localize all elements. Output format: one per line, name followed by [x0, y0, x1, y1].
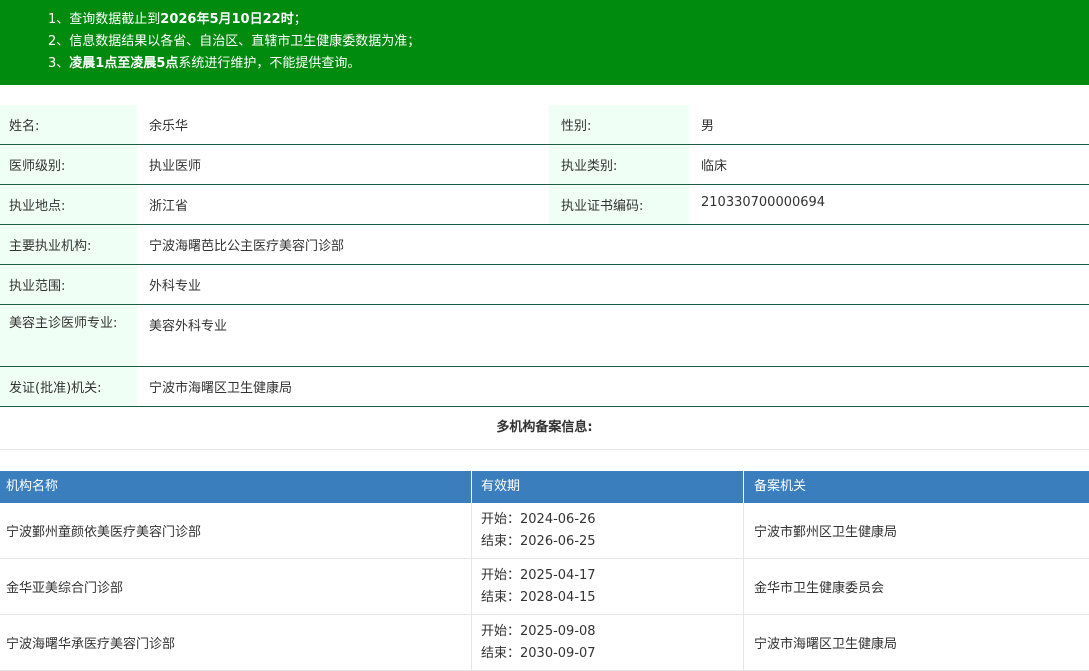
row-authority: 宁波市鄞州区卫生健康局 — [754, 525, 898, 540]
info-row-level: 医师级别: 执业医师 执业类别: 临床 — [0, 145, 1089, 185]
info-row-issuer: 发证(批准)机关: 宁波市海曙区卫生健康局 — [0, 367, 1089, 407]
notice-maintenance-time: 凌晨1点至凌晨5点 — [69, 56, 179, 71]
info-row-beauty: 美容主诊医师专业: 美容外科专业 — [0, 305, 1089, 367]
notice-text: 2、信息数据结果以各省、自治区、直辖市卫生健康委数据为准； — [48, 34, 421, 49]
notice-line-1: 1、查询数据截止到2026年5月10日22时； — [48, 9, 1089, 31]
notice-text: 系统进行维护，不能提供查询。 — [178, 56, 361, 71]
org-label: 主要执业机构: — [0, 225, 137, 264]
column-header-org: 机构名称 — [0, 471, 472, 503]
row-validity: 开始：2025-04-17 结束：2028-04-15 — [472, 559, 744, 614]
row-validity: 开始：2025-09-08 结束：2030-09-07 — [472, 615, 744, 670]
column-header-authority: 备案机关 — [754, 479, 807, 494]
notice-line-3: 3、凌晨1点至凌晨5点系统进行维护，不能提供查询。 — [48, 53, 1089, 75]
category-value: 临床 — [701, 159, 728, 174]
category-label: 执业类别: — [549, 145, 689, 184]
row-org-name: 宁波海曙华承医疗美容门诊部 — [0, 615, 472, 670]
info-row-org: 主要执业机构: 宁波海曙芭比公主医疗美容门诊部 — [0, 225, 1089, 265]
row-authority: 金华市卫生健康委员会 — [754, 581, 885, 596]
beauty-label: 美容主诊医师专业: — [0, 305, 137, 366]
level-value: 执业医师 — [149, 159, 202, 174]
table-header: 机构名称 有效期 备案机关 — [0, 471, 1089, 503]
info-row-scope: 执业范围: 外科专业 — [0, 265, 1089, 305]
table-row: 宁波海曙华承医疗美容门诊部 开始：2025-09-08 结束：2030-09-0… — [0, 615, 1089, 671]
validity-end: 结束：2030-09-07 — [481, 645, 596, 661]
gender-value: 男 — [701, 119, 715, 134]
multi-org-title: 多机构备案信息: — [0, 407, 1089, 450]
issuer-label: 发证(批准)机关: — [0, 367, 137, 406]
name-label: 姓名: — [0, 105, 137, 144]
table-row: 宁波鄞州童颜依美医疗美容门诊部 开始：2024-06-26 结束：2026-06… — [0, 503, 1089, 559]
row-authority: 宁波市海曙区卫生健康局 — [754, 637, 898, 652]
info-row-name: 姓名: 余乐华 性别: 男 — [0, 105, 1089, 145]
org-value: 宁波海曙芭比公主医疗美容门诊部 — [149, 239, 345, 254]
validity-start: 开始：2025-09-08 — [481, 623, 596, 639]
validity-start: 开始：2024-06-26 — [481, 511, 596, 527]
issuer-value: 宁波市海曙区卫生健康局 — [149, 381, 293, 396]
table-row: 金华亚美综合门诊部 开始：2025-04-17 结束：2028-04-15 金华… — [0, 559, 1089, 615]
notice-line-2: 2、信息数据结果以各省、自治区、直辖市卫生健康委数据为准； — [48, 31, 1089, 53]
location-label: 执业地点: — [0, 185, 137, 224]
validity-start: 开始：2025-04-17 — [481, 567, 596, 583]
beauty-value: 美容外科专业 — [149, 319, 228, 334]
row-org-name: 宁波鄞州童颜依美医疗美容门诊部 — [0, 503, 472, 558]
level-label: 医师级别: — [0, 145, 137, 184]
validity-end: 结束：2026-06-25 — [481, 533, 596, 549]
info-row-location: 执业地点: 浙江省 执业证书编码: 210330700000694 — [0, 185, 1089, 225]
notice-text: 3、 — [48, 56, 70, 71]
notice-banner: 1、查询数据截止到2026年5月10日22时； 2、信息数据结果以各省、自治区、… — [0, 0, 1089, 85]
multi-org-table: 机构名称 有效期 备案机关 宁波鄞州童颜依美医疗美容门诊部 开始：2024-06… — [0, 471, 1089, 671]
gender-label: 性别: — [549, 105, 689, 144]
cert-value: 210330700000694 — [701, 195, 826, 210]
validity-end: 结束：2028-04-15 — [481, 589, 596, 605]
name-value: 余乐华 — [149, 119, 189, 134]
location-value: 浙江省 — [149, 199, 189, 214]
scope-value: 外科专业 — [149, 279, 202, 294]
column-header-validity: 有效期 — [472, 471, 744, 503]
row-validity: 开始：2024-06-26 结束：2026-06-25 — [472, 503, 744, 558]
scope-label: 执业范围: — [0, 265, 137, 304]
notice-text: 1、查询数据截止到 — [48, 12, 161, 27]
cert-label: 执业证书编码: — [549, 185, 689, 224]
row-org-name: 金华亚美综合门诊部 — [0, 559, 472, 614]
notice-deadline: 2026年5月10日22时 — [160, 12, 294, 27]
notice-text: ； — [293, 12, 307, 27]
doctor-info-table: 姓名: 余乐华 性别: 男 医师级别: 执业医师 执业类别: 临床 执业地点: … — [0, 105, 1089, 407]
